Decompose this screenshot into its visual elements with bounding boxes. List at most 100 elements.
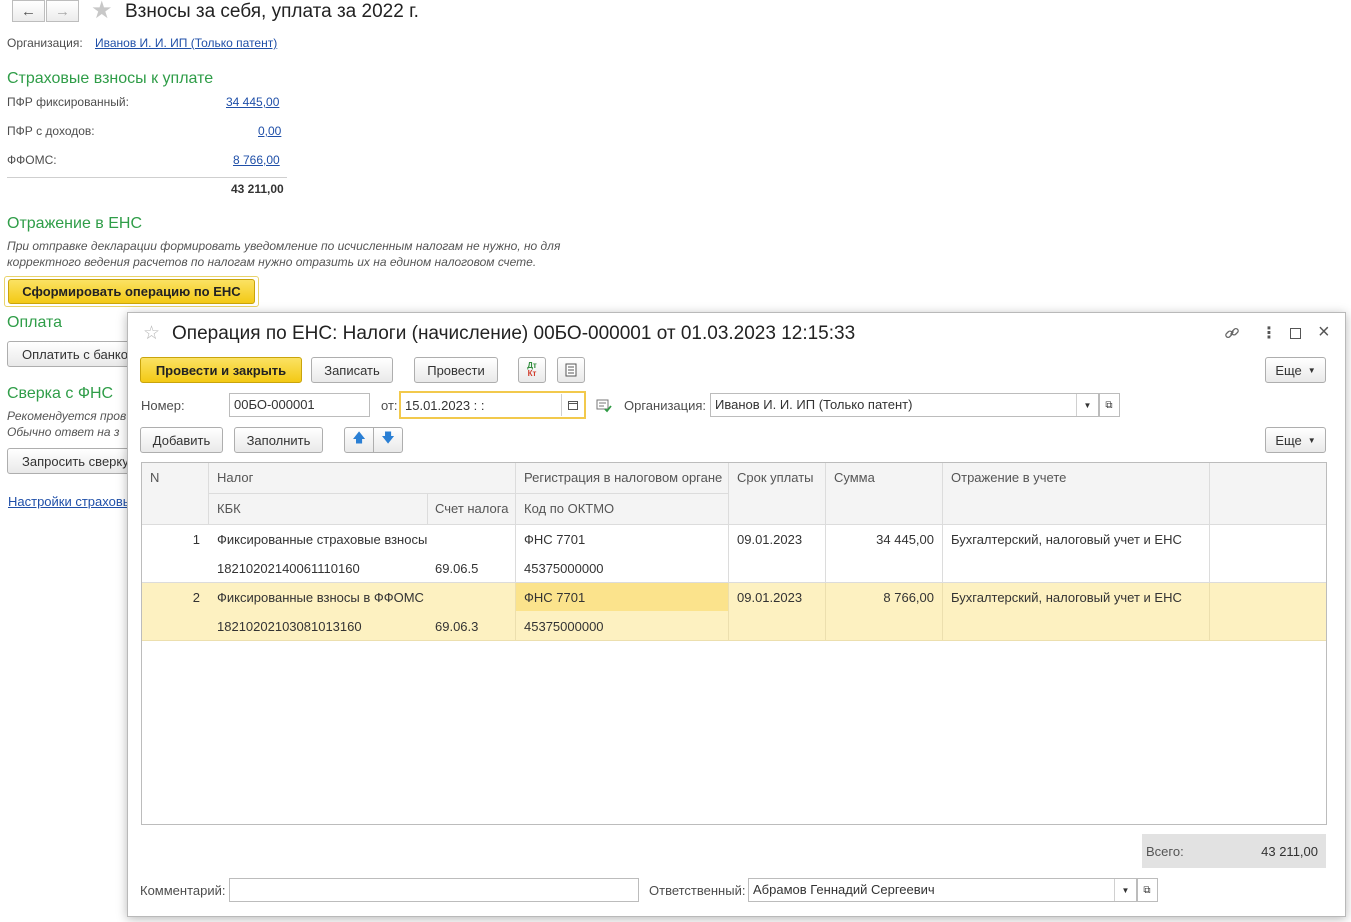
col-divider	[515, 463, 516, 525]
row-registration: ФНС 7701	[524, 532, 586, 547]
row-due: 09.01.2023	[737, 532, 803, 547]
col-header-amount[interactable]: Сумма	[834, 470, 875, 485]
pfr-income-value[interactable]: 0,00	[258, 124, 281, 138]
fns-note-line2: Обычно ответ на з	[7, 425, 120, 439]
org-select[interactable]: Иванов И. И. ИП (Только патент)	[710, 393, 1100, 417]
close-icon[interactable]: ×	[1318, 321, 1330, 344]
col-divider	[728, 463, 729, 525]
col-header-due[interactable]: Срок уплаты	[737, 470, 814, 485]
col-divider	[515, 525, 516, 583]
add-button[interactable]: Добавить	[140, 427, 223, 453]
comment-label: Комментарий:	[140, 883, 226, 898]
arrow-left-icon: ←	[21, 2, 36, 20]
date-field[interactable]: 15.01.2023 : :	[399, 391, 586, 419]
arrow-right-icon: →	[55, 2, 70, 20]
create-ens-operation-button[interactable]: Сформировать операцию по ЕНС	[8, 279, 255, 304]
table-header	[142, 463, 1326, 525]
open-org-button[interactable]: ⧉	[1098, 393, 1120, 417]
dropdown-arrow-icon[interactable]: ▼	[1114, 879, 1136, 901]
row-number: 2	[192, 590, 200, 605]
pfr-fixed-value[interactable]: 34 445,00	[226, 95, 279, 109]
row-amount: 8 766,00	[883, 590, 934, 605]
request-reconciliation-button[interactable]: Запросить сверку	[7, 448, 132, 474]
contributions-heading: Страховые взносы к уплате	[7, 70, 214, 87]
post-button[interactable]: Провести	[414, 357, 498, 383]
table-more-button-label: Еще	[1275, 432, 1302, 448]
dropdown-arrow-icon: ▼	[1307, 365, 1316, 375]
payment-heading: Оплата	[7, 314, 63, 331]
table-more-button[interactable]: Еще ▼	[1265, 427, 1326, 453]
header-row-divider	[208, 493, 728, 494]
taxes-table: N Налог КБК Счет налога Регистрация в на…	[141, 462, 1327, 825]
col-divider	[1209, 583, 1210, 640]
responsible-label: Ответственный:	[649, 883, 746, 898]
row-tax: Фиксированные взносы в ФФОМС	[217, 590, 424, 605]
post-and-close-button[interactable]: Провести и закрыть	[140, 357, 302, 383]
table-row-selected[interactable]: 2 Фиксированные взносы в ФФОМС 182102021…	[142, 583, 1326, 640]
total-value: 43 211,00	[1261, 844, 1318, 859]
status-check-icon	[596, 399, 612, 413]
col-header-registration[interactable]: Регистрация в налоговом органе	[524, 470, 722, 485]
page-title: Взносы за себя, уплата за 2022 г.	[125, 1, 419, 22]
org-link[interactable]: Иванов И. И. ИП (Только патент)	[95, 36, 277, 50]
fill-button[interactable]: Заполнить	[234, 427, 323, 453]
col-divider	[825, 525, 826, 583]
row-number: 1	[192, 532, 200, 547]
open-responsible-button[interactable]: ⧉	[1136, 878, 1158, 902]
save-button[interactable]: Записать	[311, 357, 393, 383]
favorite-star-icon[interactable]: ☆	[143, 322, 160, 345]
col-divider	[1209, 525, 1210, 583]
col-divider	[728, 583, 729, 640]
col-header-tax[interactable]: Налог	[217, 470, 253, 485]
col-divider	[825, 583, 826, 640]
org-select-value: Иванов И. И. ИП (Только патент)	[715, 397, 913, 412]
report-button[interactable]	[557, 357, 585, 383]
col-divider	[427, 494, 428, 525]
col-divider	[942, 463, 943, 525]
maximize-icon[interactable]	[1290, 328, 1301, 339]
col-header-oktmo[interactable]: Код по ОКТМО	[524, 501, 614, 516]
total-label: Всего:	[1146, 844, 1184, 859]
pay-bank-button[interactable]: Оплатить с банков	[7, 341, 132, 367]
move-down-button[interactable]: 🡇	[373, 427, 403, 453]
col-header-kbk[interactable]: КБК	[217, 501, 241, 516]
row-reflection: Бухгалтерский, налоговый учет и ЕНС	[951, 590, 1182, 605]
date-value: 15.01.2023 : :	[405, 398, 485, 413]
ens-note-line1: При отправке декларации формировать увед…	[7, 239, 561, 253]
col-divider	[728, 525, 729, 583]
fns-note-line1: Рекомендуется пров	[7, 409, 127, 423]
row-oktmo: 45375000000	[524, 561, 604, 576]
arrow-up-icon: 🡅	[352, 430, 366, 445]
arrow-down-icon: 🡇	[381, 430, 395, 445]
col-divider	[208, 463, 209, 525]
number-field[interactable]: 00БО-000001	[229, 393, 370, 417]
row-registration: ФНС 7701	[524, 590, 586, 605]
dt-kt-button[interactable]: Дт Кт	[518, 357, 546, 383]
number-label: Номер:	[141, 398, 185, 413]
move-up-button[interactable]: 🡅	[344, 427, 374, 453]
table-row[interactable]: 1 Фиксированные страховые взносы 1821020…	[142, 525, 1326, 583]
calendar-icon[interactable]	[561, 394, 584, 416]
dropdown-arrow-icon[interactable]: ▼	[1076, 394, 1098, 416]
forward-button[interactable]: →	[46, 0, 79, 22]
row-tax: Фиксированные страховые взносы	[217, 532, 428, 547]
row-due: 09.01.2023	[737, 590, 803, 605]
link-icon[interactable]	[1224, 325, 1240, 341]
row-account: 69.06.5	[435, 561, 479, 576]
favorite-star-icon[interactable]: ★	[91, 0, 113, 25]
settings-link[interactable]: Настройки страховы	[8, 494, 132, 509]
comment-field[interactable]	[229, 878, 639, 902]
modal-org-label: Организация:	[624, 398, 707, 413]
col-header-n[interactable]: N	[150, 470, 159, 485]
date-label: от:	[381, 398, 398, 413]
col-header-reflection[interactable]: Отражение в учете	[951, 470, 1066, 485]
more-button[interactable]: Еще ▼	[1265, 357, 1326, 383]
back-button[interactable]: ←	[12, 0, 45, 22]
ffoms-value[interactable]: 8 766,00	[233, 153, 280, 167]
row-amount: 34 445,00	[876, 532, 934, 547]
pfr-income-label: ПФР с доходов:	[7, 124, 95, 138]
responsible-select[interactable]: Абрамов Геннадий Сергеевич	[748, 878, 1138, 902]
more-actions-icon[interactable]: ⋮	[1261, 323, 1277, 343]
total-divider	[7, 177, 287, 178]
col-header-account[interactable]: Счет налога	[435, 501, 508, 516]
